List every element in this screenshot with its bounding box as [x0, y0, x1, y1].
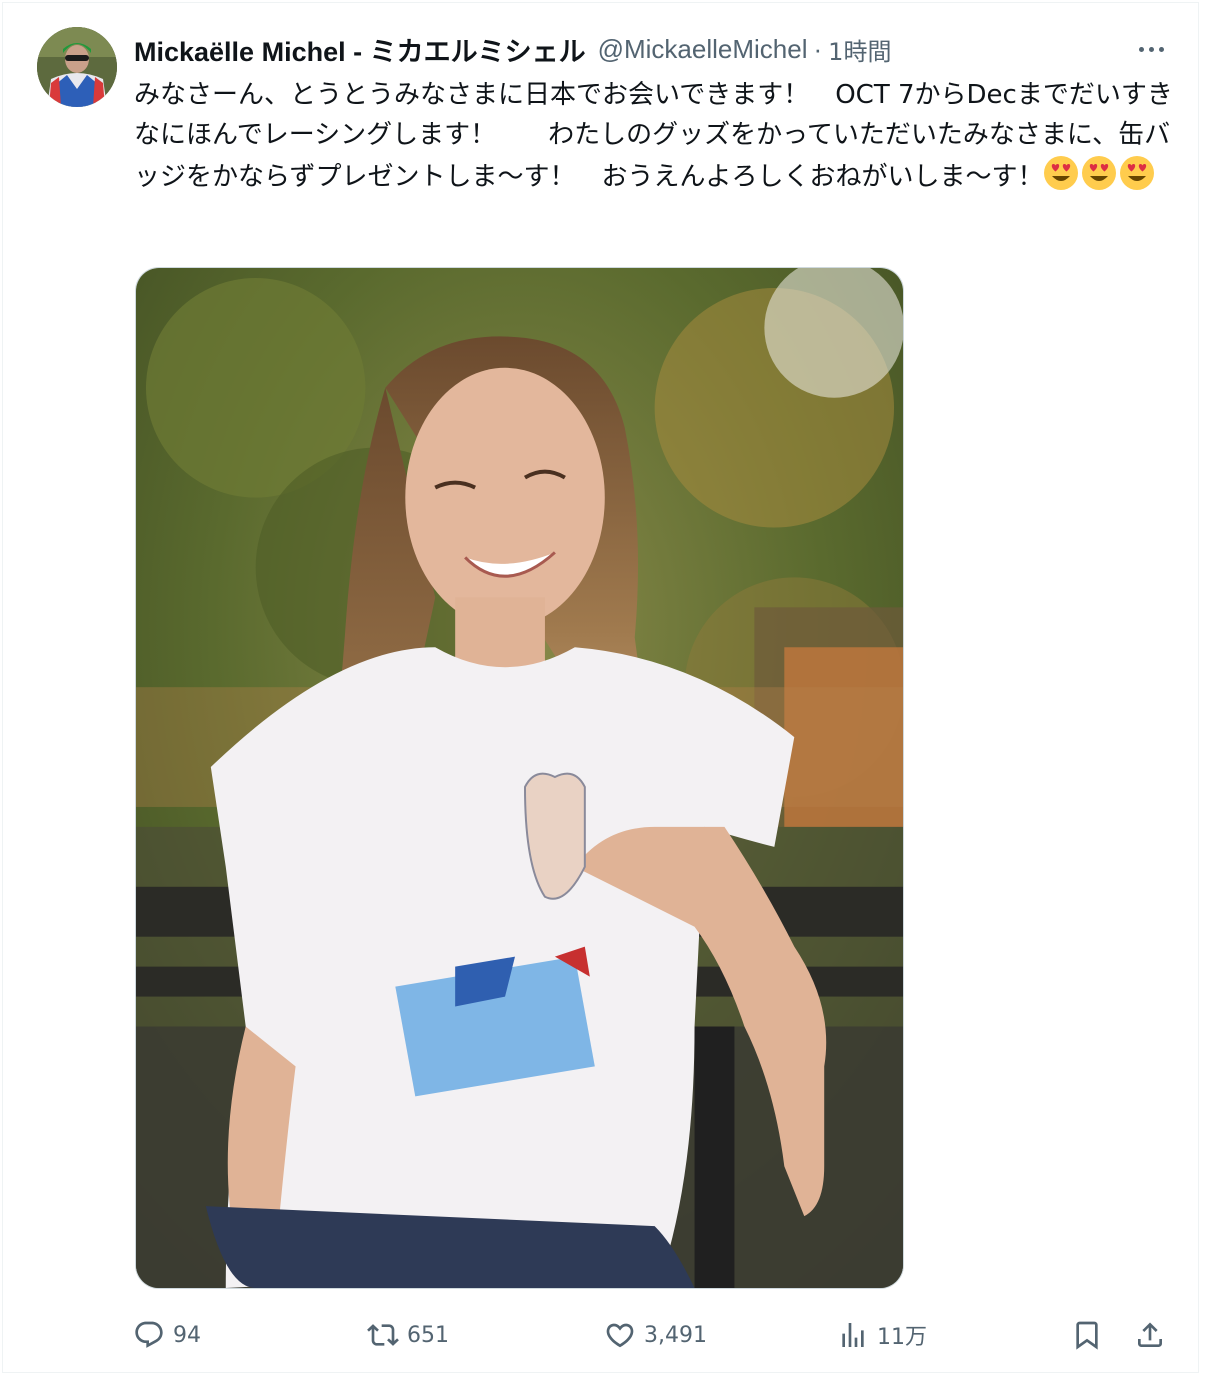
- views-count: 11万: [877, 1325, 927, 1350]
- header-separator: ·: [813, 33, 823, 64]
- heart-icon: [606, 1323, 634, 1348]
- bookmark-icon: [1076, 1321, 1098, 1350]
- reply-button[interactable]: 94: [133, 1311, 201, 1359]
- analytics-icon: [842, 1323, 864, 1347]
- reply-count: 94: [173, 1322, 201, 1348]
- like-count: 3,491: [644, 1322, 707, 1348]
- user-handle[interactable]: @MickaelleMichel: [598, 34, 808, 65]
- retweet-count: 651: [407, 1322, 449, 1348]
- tweet-card: Mickaëlle Michel - ミカエルミシェル @MickaelleMi…: [2, 2, 1199, 1373]
- heart-eyes-emoji-icon: [1082, 156, 1117, 190]
- reply-icon: [135, 1321, 163, 1348]
- tweet-actions: 94 651 3,491 11万: [3, 1311, 1200, 1359]
- tweet-header: Mickaëlle Michel - ミカエルミシェル @MickaelleMi…: [134, 31, 891, 67]
- tweet-text: みなさーん、とうとうみなさまに日本でお会いできます！ OCT 7からDecまでだ…: [134, 75, 1174, 197]
- dot-icon: [1158, 46, 1164, 52]
- avatar[interactable]: [37, 27, 117, 107]
- views-button[interactable]: 11万: [837, 1311, 927, 1359]
- heart-eyes-emoji-icon: [1044, 156, 1079, 190]
- avatar-image: [37, 27, 117, 107]
- dot-icon: [1148, 46, 1154, 52]
- emoji-group: [1043, 155, 1155, 191]
- heart-eyes-emoji-icon: [1120, 156, 1155, 190]
- retweet-icon: [367, 1324, 399, 1346]
- timestamp[interactable]: 1時間: [828, 32, 891, 67]
- share-icon: [1138, 1322, 1162, 1347]
- display-name[interactable]: Mickaëlle Michel - ミカエルミシェル: [134, 30, 586, 69]
- more-options-button[interactable]: [1131, 33, 1171, 65]
- like-button[interactable]: 3,491: [604, 1311, 707, 1359]
- dot-icon: [1138, 46, 1144, 52]
- tweet-body: みなさーん、とうとうみなさまに日本でお会いできます！ OCT 7からDecまでだ…: [134, 80, 1173, 192]
- bookmark-button[interactable]: [1071, 1311, 1103, 1359]
- share-button[interactable]: [1134, 1311, 1166, 1359]
- photo-image: [136, 268, 903, 1288]
- tweet-photo[interactable]: [135, 267, 904, 1289]
- retweet-button[interactable]: 651: [367, 1311, 449, 1359]
